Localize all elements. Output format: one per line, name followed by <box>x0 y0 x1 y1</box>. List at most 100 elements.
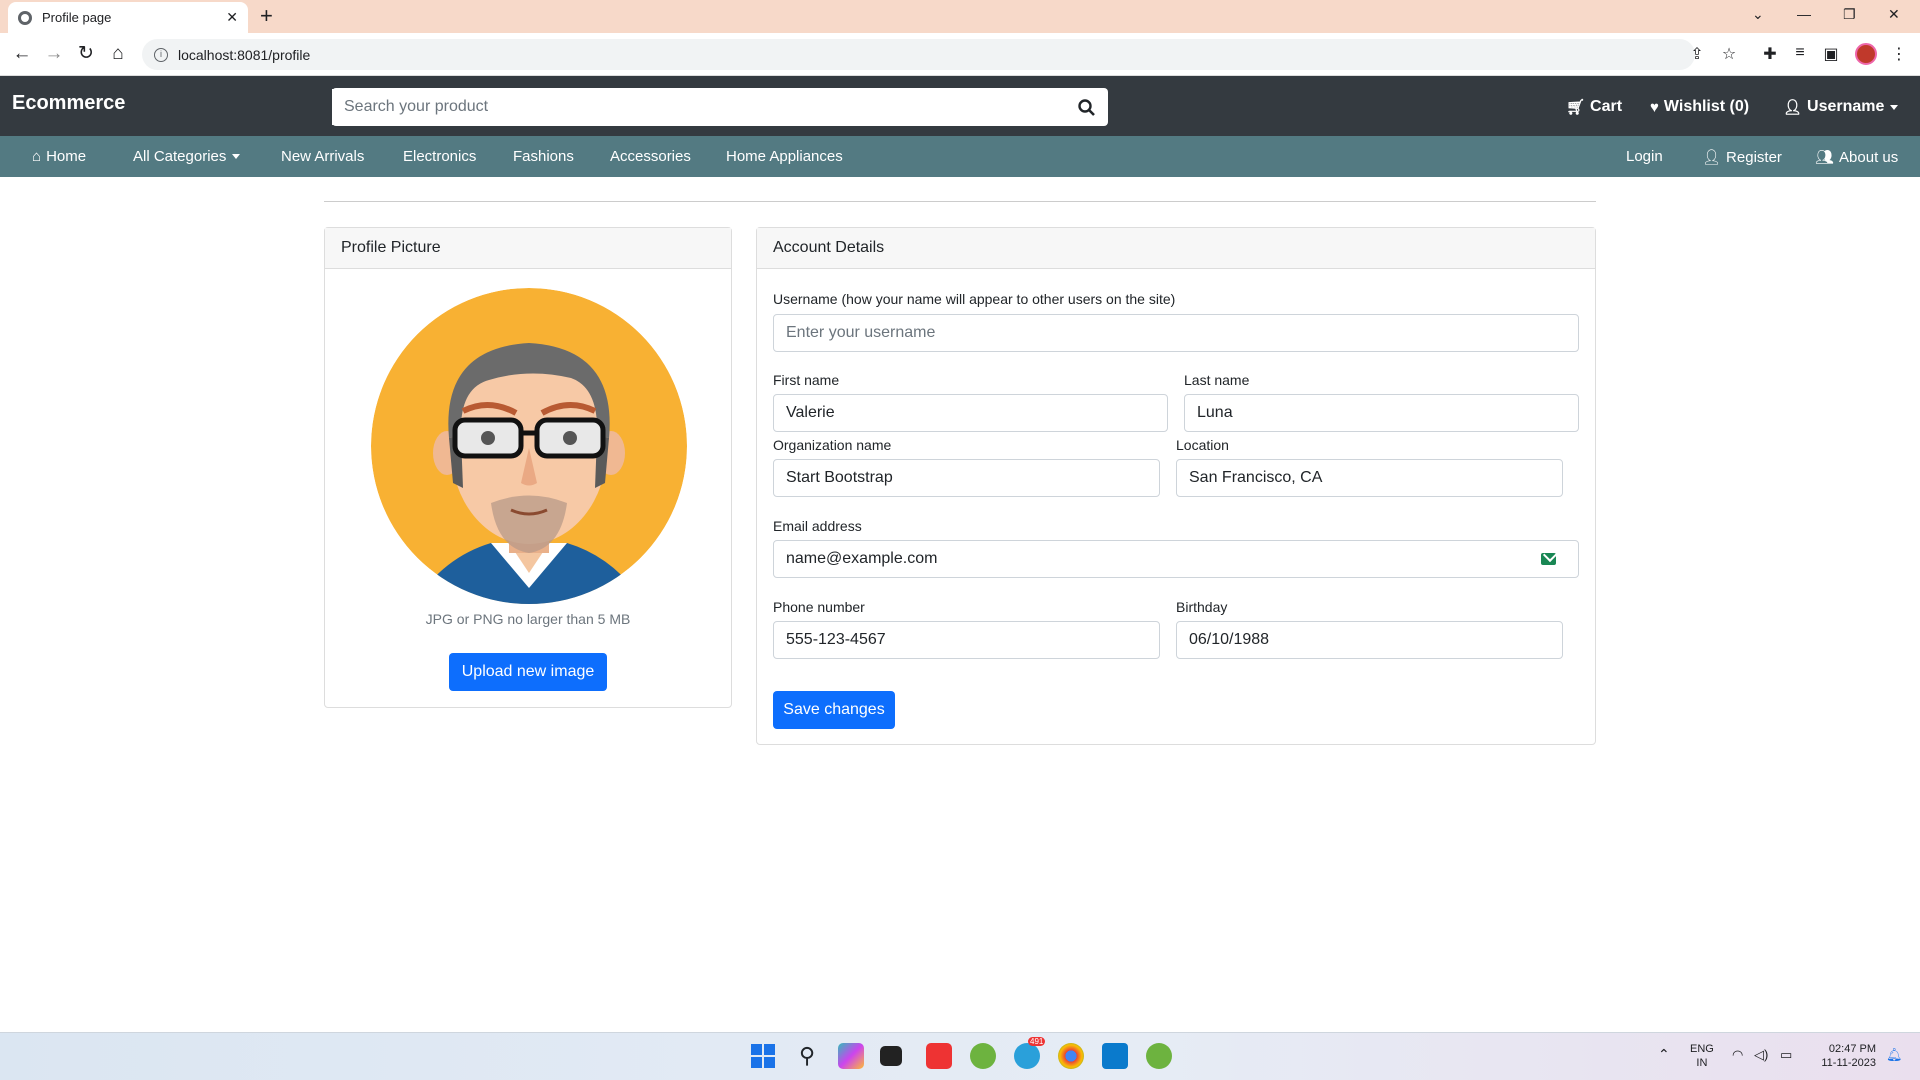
cart-link[interactable]: 🛒︎ Cart <box>1566 98 1622 116</box>
browser-toolbar: ← → ↻ ⌂ i localhost:8081/profile ⇪ ☆ ✚ ≡… <box>0 33 1920 76</box>
nav-electronics[interactable]: Electronics <box>403 148 476 165</box>
last-name-input[interactable]: Luna <box>1184 394 1579 432</box>
nav-all-categories-label: All Categories <box>133 148 227 165</box>
app-header: Ecommerce 🛒︎Cart ♥Wishlist (0) 👤︎Usernam… <box>0 76 1920 136</box>
nav-login[interactable]: Login <box>1626 148 1663 165</box>
chrome-icon[interactable] <box>1058 1043 1084 1069</box>
user-plus-icon: 👤︎ <box>1702 149 1722 166</box>
spring-boot-icon[interactable] <box>1146 1043 1172 1069</box>
nav-register-label: Register <box>1726 148 1782 166</box>
nav-register[interactable]: 👤︎ Register <box>1702 148 1782 167</box>
nav-accessories-label: Accessories <box>610 148 691 165</box>
email-value: name@example.com <box>786 550 938 567</box>
search-input[interactable] <box>332 89 1064 125</box>
nav-accessories[interactable]: Accessories <box>610 148 691 165</box>
time-label: 02:47 PM <box>1828 1043 1876 1055</box>
location-input[interactable]: San Francisco, CA <box>1176 459 1563 497</box>
bookmark-star-icon[interactable]: ☆ <box>1718 44 1740 64</box>
globe-icon <box>18 10 32 25</box>
copilot-icon[interactable] <box>838 1043 864 1069</box>
nav-new-arrivals[interactable]: New Arrivals <box>281 148 364 165</box>
cart-icon: 🛒︎ <box>1566 99 1586 116</box>
forward-icon[interactable]: → <box>42 42 66 66</box>
phone-input[interactable]: 555-123-4567 <box>773 621 1160 659</box>
more-menu-icon[interactable]: ⋮ <box>1888 44 1910 64</box>
wifi-icon[interactable]: ◠ <box>1732 1048 1743 1062</box>
nav-home-appliances[interactable]: Home Appliances <box>726 148 843 165</box>
spring-tool-icon[interactable] <box>970 1043 996 1069</box>
user-label: Username <box>1807 98 1885 115</box>
close-tab-icon[interactable]: ✕ <box>226 9 238 26</box>
close-window-button[interactable]: ✕ <box>1888 6 1900 23</box>
save-changes-button[interactable]: Save changes <box>773 691 895 729</box>
account-details-title: Account Details <box>757 228 1595 269</box>
profile-avatar-icon[interactable] <box>1855 43 1877 65</box>
username-input[interactable]: Enter your username <box>773 314 1579 352</box>
browser-tab-strip: Profile page ✕ + ⌄ — ❐ ✕ <box>0 0 1920 33</box>
nav-all-categories[interactable]: All Categories <box>133 148 241 165</box>
reading-list-icon[interactable]: ≡ <box>1789 44 1811 62</box>
start-icon[interactable] <box>750 1043 776 1069</box>
brand-logo[interactable]: Ecommerce <box>12 92 125 115</box>
vscode-icon[interactable] <box>1102 1043 1128 1069</box>
cart-label: Cart <box>1590 98 1623 115</box>
back-icon[interactable]: ← <box>10 42 34 66</box>
region-label: IN <box>1696 1057 1708 1069</box>
restore-button[interactable]: ❐ <box>1843 6 1856 23</box>
address-bar[interactable]: i localhost:8081/profile <box>142 39 1695 70</box>
browser-tab[interactable]: Profile page ✕ <box>8 2 248 33</box>
nav-home-label: Home <box>46 148 87 165</box>
birthday-input[interactable]: 06/10/1988 <box>1176 621 1563 659</box>
chevron-up-icon[interactable]: ⌃ <box>1658 1047 1670 1061</box>
notification-bell-icon[interactable]: 🔔︎ <box>1886 1048 1903 1062</box>
tab-title: Profile page <box>42 10 112 25</box>
battery-icon[interactable]: ▭ <box>1780 1048 1792 1062</box>
minimize-button[interactable]: — <box>1797 6 1811 22</box>
organization-input[interactable]: Start Bootstrap <box>773 459 1160 497</box>
new-tab-button[interactable]: + <box>260 5 273 27</box>
wishlist-link[interactable]: ♥ Wishlist (0) <box>1650 98 1749 116</box>
file-explorer-icon[interactable] <box>880 1046 902 1066</box>
phone-label: Phone number <box>773 599 865 615</box>
user-menu[interactable]: 👤︎ Username <box>1783 98 1899 116</box>
home-icon[interactable]: ⌂ <box>106 42 130 66</box>
search-icon[interactable] <box>1064 88 1108 126</box>
telegram-badge: 491 <box>1028 1037 1046 1046</box>
email-autofill-icon[interactable] <box>1541 553 1556 565</box>
nav-fashions[interactable]: Fashions <box>513 148 574 165</box>
site-info-icon[interactable]: i <box>154 47 168 62</box>
email-label: Email address <box>773 518 862 534</box>
reload-icon[interactable]: ↻ <box>74 42 98 66</box>
profile-avatar-image <box>371 288 687 604</box>
nav-login-label: Login <box>1626 148 1663 165</box>
first-name-input[interactable]: Valerie <box>773 394 1168 432</box>
chevron-down-icon <box>1890 104 1899 110</box>
language-label: ENG <box>1690 1043 1714 1055</box>
language-indicator[interactable]: ENG IN <box>1690 1042 1714 1070</box>
tab-search-icon[interactable]: ⌄ <box>1752 6 1764 23</box>
nav-home-appliances-label: Home Appliances <box>726 148 843 165</box>
git-icon[interactable] <box>926 1043 952 1069</box>
users-icon: 👥︎ <box>1815 149 1835 166</box>
search-icon[interactable]: ⚲ <box>794 1043 820 1069</box>
side-panel-icon[interactable]: ▣ <box>1820 44 1842 64</box>
profile-picture-title: Profile Picture <box>325 228 731 269</box>
nav-electronics-label: Electronics <box>403 148 477 165</box>
upload-image-button[interactable]: Upload new image <box>449 653 607 691</box>
extensions-icon[interactable]: ✚ <box>1759 44 1781 64</box>
volume-icon[interactable]: ◁) <box>1754 1048 1768 1062</box>
first-name-label: First name <box>773 372 840 388</box>
last-name-label: Last name <box>1184 372 1250 388</box>
email-input[interactable]: name@example.com <box>773 540 1579 578</box>
account-details-card: Account Details Username (how your name … <box>756 227 1596 745</box>
heart-icon: ♥ <box>1650 98 1659 116</box>
nav-about-us[interactable]: 👥︎ About us <box>1815 148 1899 167</box>
date-label: 11-11-2023 <box>1821 1057 1876 1069</box>
nav-about-us-label: About us <box>1839 148 1899 166</box>
wishlist-label: Wishlist (0) <box>1663 98 1750 115</box>
share-icon[interactable]: ⇪ <box>1686 44 1708 64</box>
username-label: Username (how your name will appear to o… <box>773 291 1176 307</box>
nav-home[interactable]: ⌂ Home <box>32 148 86 165</box>
clock[interactable]: 02:47 PM 11-11-2023 <box>1812 1042 1876 1070</box>
telegram-icon[interactable]: 491 <box>1014 1037 1046 1069</box>
